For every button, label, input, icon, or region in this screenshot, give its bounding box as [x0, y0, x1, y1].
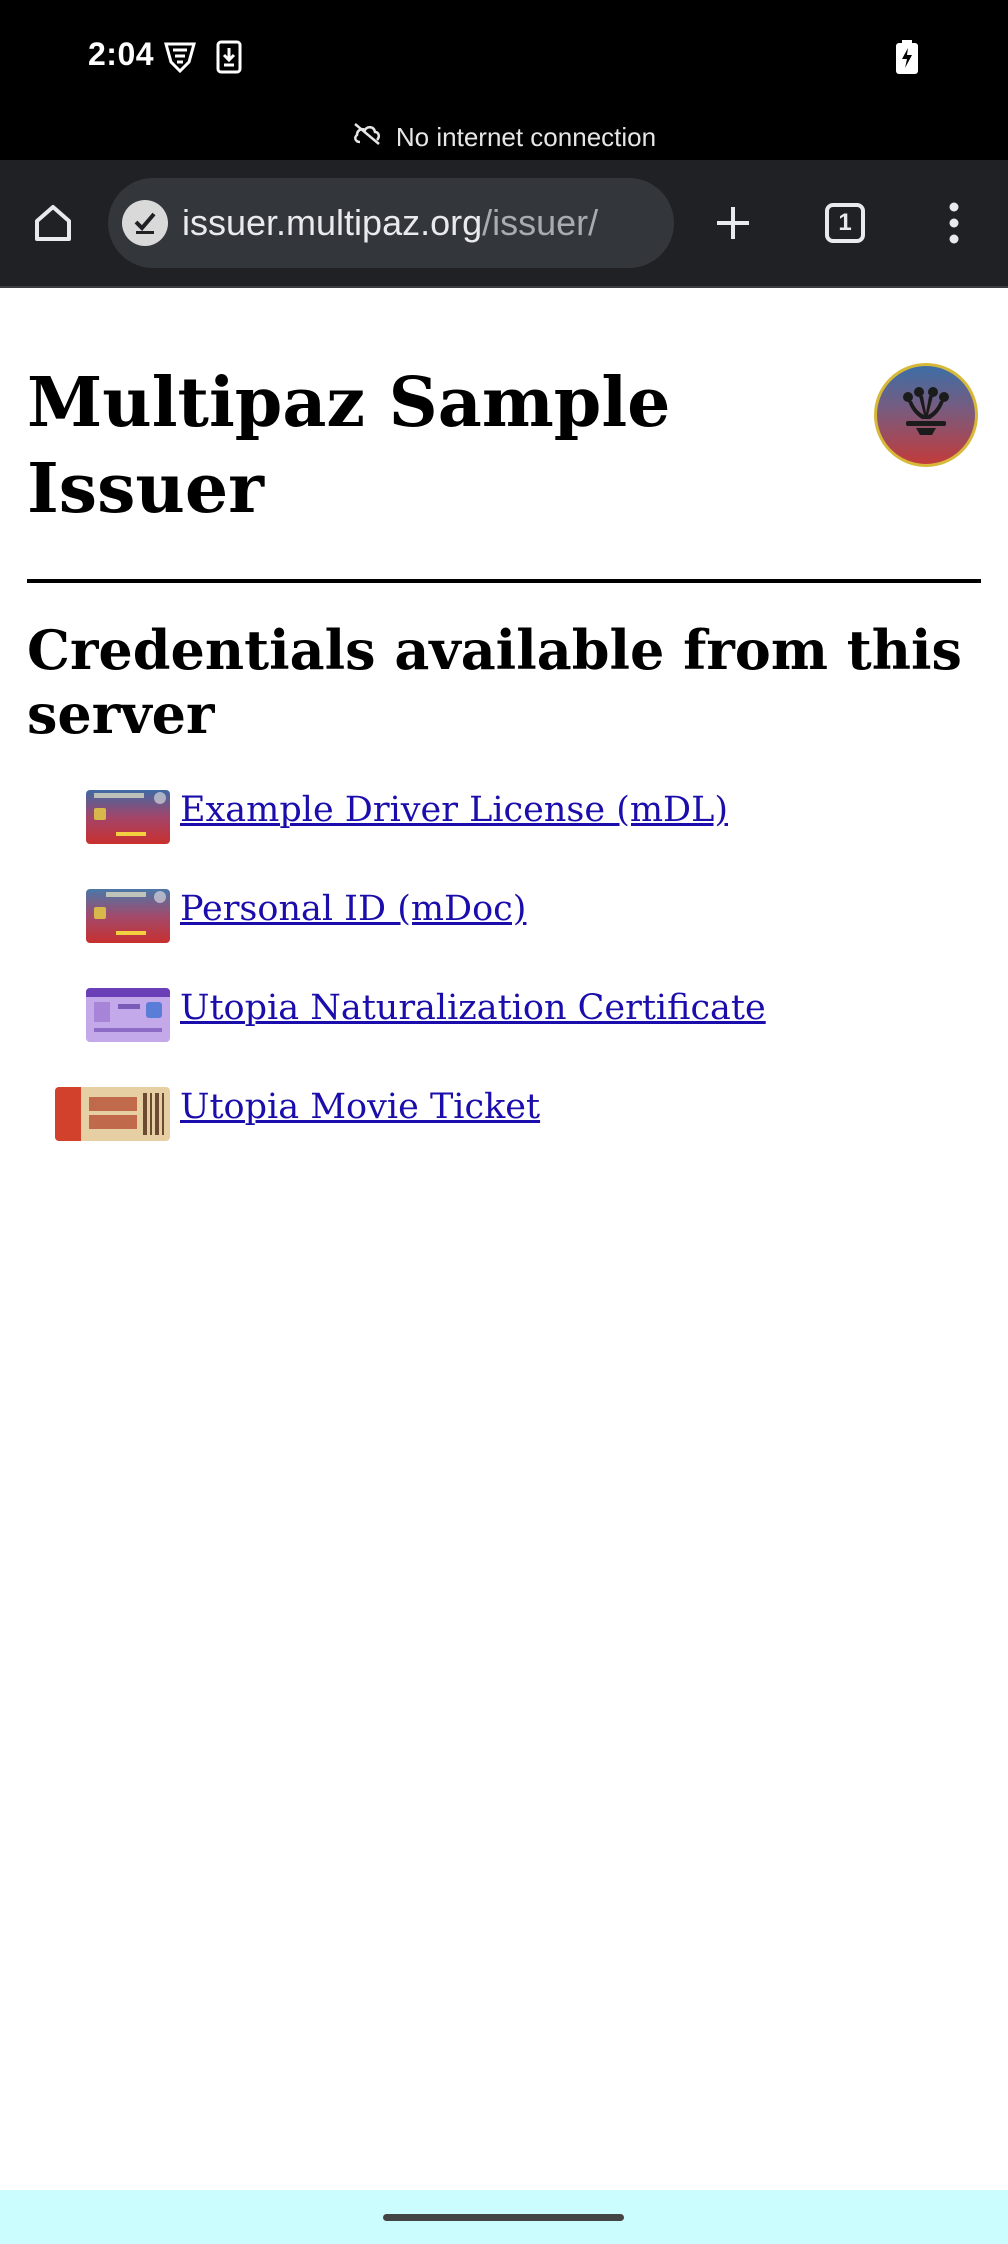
personal-id-card-thumbnail[interactable]	[86, 889, 170, 943]
download-icon	[216, 40, 242, 79]
offline-banner: No internet connection	[0, 115, 1008, 160]
tab-switcher-icon[interactable]: 1	[815, 193, 875, 253]
gesture-handle[interactable]	[383, 2214, 624, 2221]
list-item: Utopia Movie Ticket	[0, 1085, 1008, 1141]
tab-count: 1	[838, 209, 852, 236]
more-menu-icon[interactable]	[924, 193, 984, 253]
vpn-shield-icon	[163, 40, 197, 79]
credential-link-naturalization-certificate[interactable]: Utopia Naturalization Certificate	[180, 988, 766, 1028]
new-tab-icon[interactable]	[703, 193, 763, 253]
multipaz-logo	[874, 363, 978, 467]
offline-text: No internet connection	[395, 122, 657, 152]
status-time: 2:04	[88, 36, 155, 72]
browser-toolbar: issuer.multipaz.org/issuer/ 1	[0, 160, 1008, 288]
page-title: Multipaz Sample Issuer	[27, 363, 671, 529]
header-divider	[27, 579, 981, 583]
address-bar[interactable]: issuer.multipaz.org/issuer/	[108, 178, 674, 268]
url-path: /issuer/	[482, 202, 599, 243]
site-info-icon[interactable]	[122, 200, 168, 246]
cloud-off-icon	[352, 122, 382, 153]
credential-link-personal-id[interactable]: Personal ID (mDoc)	[180, 889, 526, 929]
list-item: Personal ID (mDoc)	[0, 887, 1008, 943]
credential-link-movie-ticket[interactable]: Utopia Movie Ticket	[180, 1087, 540, 1127]
movie-ticket-thumbnail[interactable]	[55, 1087, 170, 1141]
url-host: issuer.multipaz.org	[182, 202, 483, 243]
home-icon[interactable]	[23, 193, 83, 253]
url-text[interactable]: issuer.multipaz.org/issuer/	[182, 202, 598, 244]
battery-charging-icon	[896, 40, 918, 79]
status-bar: 2:04	[0, 0, 1008, 115]
system-nav-bar	[0, 2190, 1008, 2244]
driver-license-card-thumbnail[interactable]	[86, 790, 170, 844]
credential-link-driver-license[interactable]: Example Driver License (mDL)	[180, 790, 728, 830]
section-title: Credentials available from this server	[27, 618, 962, 746]
naturalization-certificate-thumbnail[interactable]	[86, 988, 170, 1042]
list-item: Utopia Naturalization Certificate	[0, 986, 1008, 1042]
list-item: Example Driver License (mDL)	[0, 788, 1008, 844]
